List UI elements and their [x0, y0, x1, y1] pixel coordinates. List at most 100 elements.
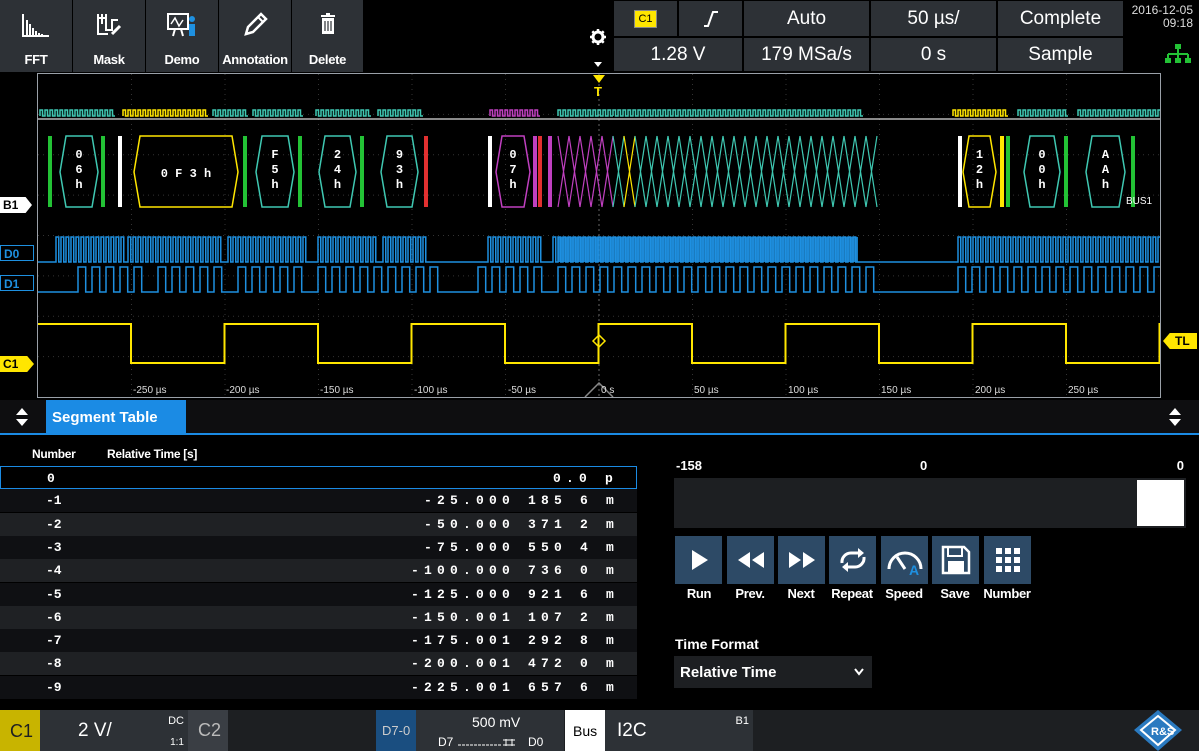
x-axis-tick-label: -200 µs	[226, 385, 260, 396]
dense-decode-trace	[777, 135, 790, 208]
acquisition-mode-value: Sample	[1028, 43, 1093, 65]
mask-label: Mask	[93, 52, 125, 67]
row-number: -6	[46, 609, 62, 625]
run-button[interactable]	[675, 536, 722, 584]
table-row[interactable]: -8 -200.001 472 0 m	[0, 652, 637, 676]
mask-button[interactable]: Mask	[73, 0, 146, 72]
dense-decode-trace	[667, 135, 680, 208]
table-row[interactable]: -1 -25.000 185 6 m	[0, 489, 637, 513]
decoded-value: h	[334, 178, 341, 192]
bus-settings[interactable]: I2C B1	[605, 710, 753, 751]
settings-menu[interactable]	[583, 0, 613, 72]
expand-collapse-right-icon[interactable]	[1167, 407, 1183, 427]
bus-marker	[298, 136, 302, 207]
table-row-selected[interactable]: 0 0.0 p	[0, 466, 637, 489]
previous-label: Prev.	[735, 586, 765, 601]
fft-button[interactable]: FFT	[0, 0, 73, 72]
number-button[interactable]	[984, 536, 1031, 584]
speed-button[interactable]: A	[881, 536, 928, 584]
annotation-button[interactable]: Annotation	[219, 0, 292, 72]
delete-button[interactable]: Delete	[292, 0, 364, 72]
logic-settings[interactable]: 500 mV D7 D0	[416, 710, 564, 751]
row-relative-time: -125.000 921 6 m	[410, 586, 619, 602]
bus-marker	[533, 136, 537, 207]
tab-segment-table[interactable]: Segment Table	[46, 400, 186, 434]
bus-id: B1	[735, 715, 749, 727]
bus-button[interactable]: Bus	[565, 710, 605, 751]
decoded-value: h	[1038, 178, 1045, 192]
c1-offset-label[interactable]: C1	[0, 356, 34, 372]
decoded-value: 0 F 3 h	[161, 167, 211, 181]
bus-b1-label[interactable]: B1	[0, 197, 32, 213]
chevron-down-icon	[854, 668, 864, 676]
channel-c2-button[interactable]: C2	[188, 710, 228, 751]
previous-button[interactable]	[727, 536, 774, 584]
table-row[interactable]: -9 -225.001 657 6 m	[0, 675, 637, 699]
time-base[interactable]: 50 µs/	[870, 0, 997, 37]
row-relative-time: -175.001 292 8 m	[410, 633, 619, 649]
dense-decode-trace	[843, 135, 856, 208]
row-number: -2	[46, 516, 62, 532]
segment-slider[interactable]	[674, 478, 1186, 528]
grid-icon	[995, 548, 1020, 572]
expand-collapse-icon[interactable]	[14, 407, 30, 427]
bus-marker	[48, 136, 52, 207]
range-mid: 0	[920, 458, 928, 473]
row-number: 0	[47, 471, 55, 486]
repeat-button[interactable]	[829, 536, 876, 584]
table-row[interactable]: -5 -125.000 921 6 m	[0, 582, 637, 606]
table-row[interactable]: -7 -175.001 292 8 m	[0, 629, 637, 653]
time-format-select[interactable]: Relative Time	[674, 656, 872, 688]
table-row[interactable]: -2 -50.000 371 2 m	[0, 512, 637, 536]
channel-c1-button[interactable]: C1	[0, 710, 40, 751]
segment-slider-handle[interactable]	[1137, 480, 1184, 526]
row-relative-time: -100.000 736 0 m	[410, 563, 619, 579]
waveform-display[interactable]: 06h0 F 3 h F 5 h 2 4 h 9 3 h 0 7 h 1 2 h 0 0 h A Ah BUS1 -250 …	[37, 73, 1161, 398]
decoded-value: 0	[509, 148, 516, 162]
acquisition-mode[interactable]: Sample	[997, 37, 1124, 72]
decoded-value: 9	[396, 148, 403, 162]
trigger-level-marker[interactable]: TL	[1163, 333, 1197, 349]
scl-sda-trace	[1017, 109, 1068, 117]
sample-rate[interactable]: 179 MSa/s	[743, 37, 870, 72]
c1-probe-ratio: 1:1	[170, 737, 184, 748]
dense-decode-trace	[832, 135, 845, 208]
repeat-label: Repeat	[831, 586, 873, 601]
next-label: Next	[787, 586, 815, 601]
logic-d0-label: D0	[528, 735, 544, 749]
logic-bits-icon	[458, 739, 515, 746]
trigger-level[interactable]: 1.28 V	[613, 37, 743, 72]
dense-decode-trace	[634, 135, 647, 208]
d1-label[interactable]: D1	[0, 275, 34, 291]
next-button[interactable]	[778, 536, 825, 584]
trigger-position-marker[interactable]: T	[590, 73, 608, 101]
table-row[interactable]: -3 -75.000 550 4 m	[0, 535, 637, 559]
bus-tag: BUS1	[1126, 196, 1153, 207]
row-number: -3	[46, 539, 62, 555]
demo-button[interactable]: Demo	[146, 0, 219, 72]
decoded-value: A	[1102, 163, 1110, 177]
save-button[interactable]	[932, 536, 979, 584]
decoded-value: h	[75, 178, 82, 192]
dense-decode-trace	[689, 135, 702, 208]
d0-label[interactable]: D0	[0, 245, 34, 261]
waveform-canvas: 06h0 F 3 hF5h24h93h07h12h00hAAhBUS1-250 …	[38, 74, 1160, 397]
dense-decode-trace	[656, 135, 669, 208]
row-relative-time: -200.001 472 0 m	[410, 656, 619, 672]
trigger-mode[interactable]: Auto	[743, 0, 870, 37]
decoded-value: h	[1102, 178, 1109, 192]
trigger-source[interactable]: C1	[613, 0, 678, 37]
horizontal-position[interactable]: 0 s	[870, 37, 997, 72]
bus-marker	[424, 136, 428, 207]
trigger-slope[interactable]	[678, 0, 743, 37]
table-row[interactable]: -6 -150.001 107 2 m	[0, 605, 637, 629]
range-start: -158	[676, 458, 703, 473]
logic-d7-0-button[interactable]: D7-0	[376, 710, 416, 751]
table-row[interactable]: -4 -100.000 736 0 m	[0, 559, 637, 583]
trash-icon	[320, 13, 335, 34]
fast-forward-icon	[788, 552, 815, 568]
channel-c1-settings[interactable]: 2 V/ DC 1:1	[40, 710, 188, 751]
dense-decode-trace	[854, 135, 867, 208]
row-relative-time: -25.000 185 6 m	[423, 493, 619, 509]
acquisition-state[interactable]: Complete	[997, 0, 1124, 37]
